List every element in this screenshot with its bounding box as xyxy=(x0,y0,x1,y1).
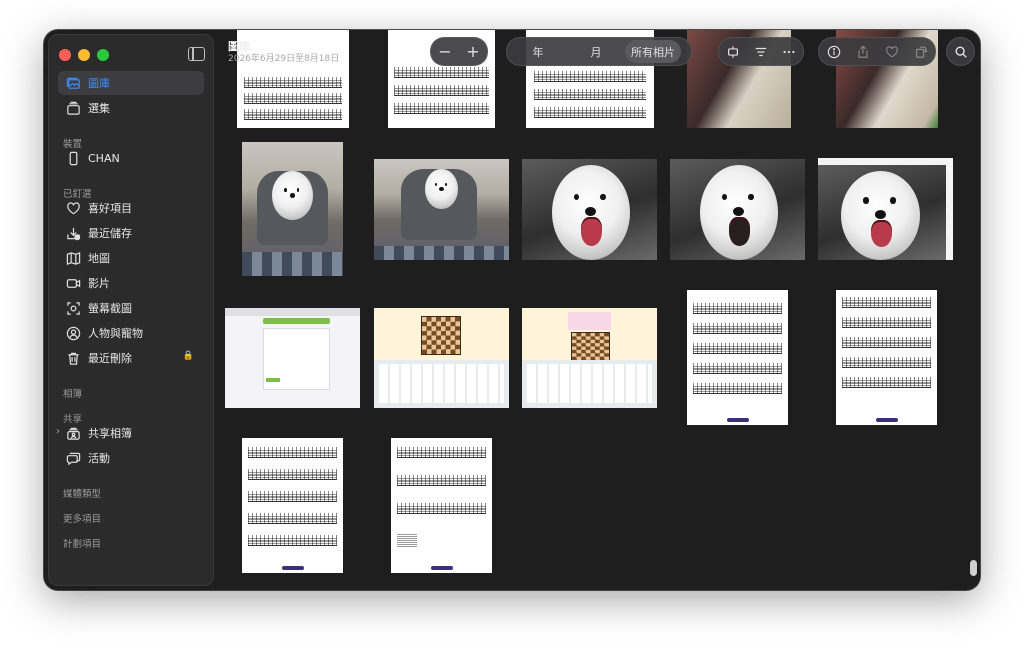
view-options-group xyxy=(718,37,804,66)
sidebar-item-label: CHAN xyxy=(88,151,120,165)
collections-icon xyxy=(64,100,82,116)
section-header-albums[interactable]: 相簿 xyxy=(63,386,82,400)
recently-saved-icon xyxy=(64,225,82,241)
lock-icon: 🔒 xyxy=(182,351,194,361)
photo-thumbnail[interactable] xyxy=(836,290,937,425)
photo-thumbnail[interactable] xyxy=(225,308,360,408)
photo-thumbnail[interactable] xyxy=(374,159,509,260)
more-icon[interactable] xyxy=(775,40,803,63)
sidebar-item-videos[interactable]: 影片 xyxy=(58,271,204,295)
photo-thumbnail[interactable] xyxy=(522,159,657,260)
sidebar-item-recently-saved[interactable]: 最近儲存 xyxy=(58,221,204,245)
section-header-projects[interactable]: 計劃項目 xyxy=(63,536,101,550)
sidebar-item-label: 影片 xyxy=(88,277,110,290)
segment-years[interactable]: 年 xyxy=(509,40,567,63)
screenshot-icon xyxy=(64,300,82,316)
sidebar-item-activity[interactable]: 活動 xyxy=(58,446,204,470)
sidebar-item-label: 共享相簿 xyxy=(88,427,132,440)
rotate-icon[interactable] xyxy=(906,40,935,63)
sidebar-item-recently-deleted[interactable]: 最近刪除 🔒 xyxy=(58,346,204,370)
sidebar-item-screenshots[interactable]: 螢幕截圖 xyxy=(58,296,204,320)
photo-thumbnail[interactable] xyxy=(687,290,788,425)
minimize-window-button[interactable] xyxy=(78,49,90,61)
slideshow-icon[interactable] xyxy=(719,40,747,63)
sidebar-item-people[interactable]: 人物與寵物 xyxy=(58,321,204,345)
sidebar-item-favorites[interactable]: 喜好項目 xyxy=(58,196,204,220)
segment-months[interactable]: 月 xyxy=(567,40,625,63)
sidebar-item-label: 人物與寵物 xyxy=(88,327,143,340)
shared-album-icon xyxy=(64,425,82,441)
photo-thumbnail[interactable] xyxy=(237,30,349,128)
sidebar-item-collections[interactable]: 選集 xyxy=(58,96,204,120)
sidebar-item-label: 最近儲存 xyxy=(88,227,132,240)
view-segmented-control: 年 月 所有相片 xyxy=(506,37,692,66)
photo-thumbnail[interactable] xyxy=(522,308,657,408)
sidebar-item-library[interactable]: 圖庫 xyxy=(58,71,204,95)
photo-library-icon xyxy=(64,75,82,91)
zoom-control: − + xyxy=(430,37,488,66)
filter-icon[interactable] xyxy=(747,40,775,63)
favorite-icon[interactable] xyxy=(877,40,906,63)
photo-thumbnail[interactable] xyxy=(242,438,343,573)
trash-icon xyxy=(64,350,82,366)
segment-all-photos[interactable]: 所有相片 xyxy=(625,40,681,63)
search-icon[interactable] xyxy=(946,37,975,66)
sidebar-item-label: 圖庫 xyxy=(88,77,110,90)
sidebar-item-label: 選集 xyxy=(88,102,110,115)
sidebar: 圖庫 選集 裝置 CHAN 已釘選 喜好項目 最近儲存 地圖 影片 螢幕截圖 人… xyxy=(48,34,214,586)
sidebar-item-device[interactable]: CHAN xyxy=(58,146,204,170)
photo-thumbnail[interactable] xyxy=(391,438,492,573)
chevron-right-icon[interactable]: › xyxy=(56,426,60,437)
share-icon[interactable] xyxy=(848,40,877,63)
section-header-media-types[interactable]: 媒體類型 xyxy=(63,486,101,500)
sidebar-item-label: 最近刪除 xyxy=(88,352,132,365)
iphone-icon xyxy=(64,150,82,166)
heart-icon xyxy=(64,200,82,216)
date-range: 2026年6月29日至8月18日 xyxy=(228,54,340,64)
zoom-in-button[interactable]: + xyxy=(459,40,487,63)
zoom-out-button[interactable]: − xyxy=(431,40,459,63)
close-window-button[interactable] xyxy=(59,49,71,61)
photo-actions-group xyxy=(818,37,936,66)
section-header-utilities[interactable]: 更多項目 xyxy=(63,511,101,525)
sidebar-item-label: 活動 xyxy=(88,452,110,465)
photo-thumbnail[interactable] xyxy=(374,308,509,408)
scrollbar-thumb[interactable] xyxy=(970,560,977,576)
photos-window: 圖庫 選集 裝置 CHAN 已釘選 喜好項目 最近儲存 地圖 影片 螢幕截圖 人… xyxy=(44,30,980,590)
sidebar-item-label: 螢幕截圖 xyxy=(88,302,132,315)
sidebar-item-shared-albums[interactable]: › 共享相簿 xyxy=(56,421,204,445)
sidebar-item-label: 喜好項目 xyxy=(88,202,132,215)
people-icon xyxy=(64,325,82,341)
photo-thumbnail[interactable] xyxy=(670,159,805,260)
photo-thumbnail[interactable] xyxy=(818,158,953,260)
photo-thumbnail[interactable] xyxy=(242,142,343,276)
activity-icon xyxy=(64,450,82,466)
info-icon[interactable] xyxy=(819,40,848,63)
sidebar-toggle-icon[interactable] xyxy=(188,47,205,61)
map-icon xyxy=(64,250,82,266)
zoom-window-button[interactable] xyxy=(97,49,109,61)
sidebar-item-label: 地圖 xyxy=(88,252,110,265)
video-icon xyxy=(64,275,82,291)
sidebar-item-map[interactable]: 地圖 xyxy=(58,246,204,270)
